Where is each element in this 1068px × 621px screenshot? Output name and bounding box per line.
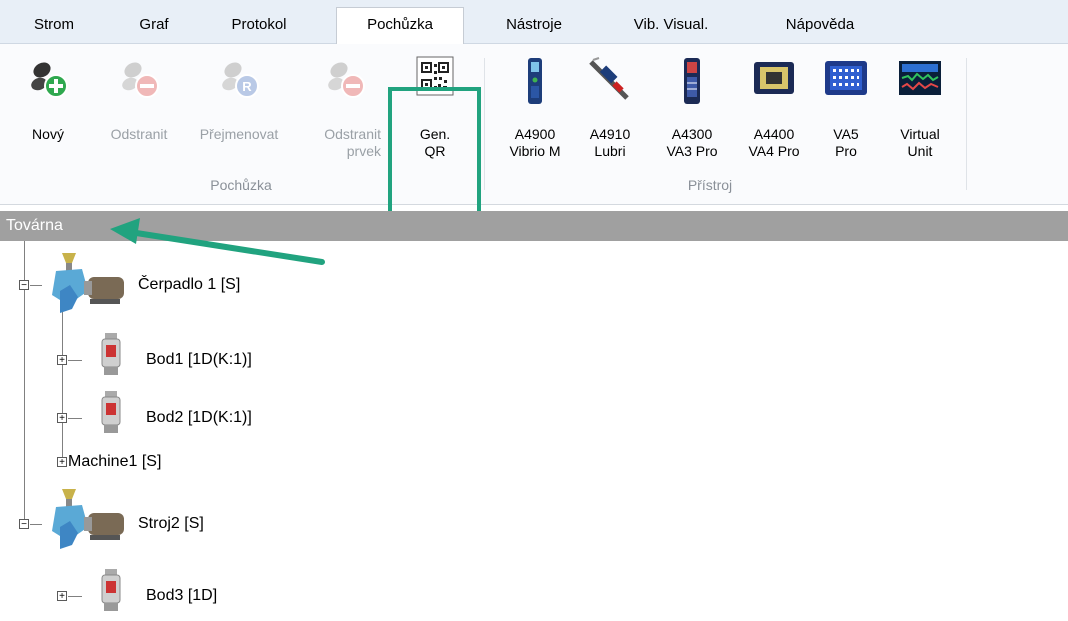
tab-napoveda[interactable]: Nápověda [765,8,875,44]
remove-item-button[interactable]: Odstranit prvek [309,44,381,172]
device-a4910-button[interactable]: A4910 Lubri [580,44,640,172]
tree-node-label[interactable]: Bod1 [1D(K:1)] [146,351,252,369]
expand-toggle[interactable]: + [57,457,67,468]
remove-route-label: Odstranit [110,126,168,142]
tab-strom[interactable]: Strom [18,8,90,44]
tab-protokol[interactable]: Protokol [211,8,307,44]
sensor-icon [98,389,124,437]
device-a4900-button[interactable]: A4900 Vibrio M [494,44,576,172]
ribbon-group-separator [484,58,485,190]
tab-nastroje[interactable]: Nástroje [484,8,584,44]
device-a4900-icon [522,56,548,110]
device-a4900-label: A4900 Vibrio M [509,126,561,159]
device-va5-label: VA5 Pro [833,126,859,159]
remove-route-button[interactable]: Odstranit [96,44,182,172]
device-va5-button[interactable]: VA5 Pro [815,44,877,172]
ribbon-group-separator [966,58,967,190]
tree-node-label[interactable]: Machine1 [S] [68,453,161,471]
new-route-label: Nový [32,126,64,142]
group-label-pochuzka: Pochůzka [210,177,272,193]
device-a4400-icon [752,56,796,104]
new-route-button[interactable]: Nový [22,44,74,172]
tab-graf[interactable]: Graf [118,8,190,44]
tree-connector [62,299,63,462]
sensor-icon [98,567,124,615]
expand-toggle[interactable]: + [57,355,67,366]
rename-route-icon: R [219,56,259,104]
device-a4910-icon [587,56,633,108]
device-a4300-icon [679,56,705,110]
tree-node-label[interactable]: Stroj2 [S] [138,515,204,533]
collapse-toggle[interactable]: − [19,280,29,291]
tree-connector [68,418,82,419]
device-a4300-button[interactable]: A4300 VA3 Pro [654,44,730,172]
ribbon: Nový Odstranit R Přejmenovat Odstranit p… [0,44,1068,221]
machine-icon [42,487,132,551]
new-route-icon [28,56,68,104]
remove-item-label: Odstranit prvek [324,126,381,159]
virtual-unit-label: Virtual Unit [900,126,940,159]
tree-node-label[interactable]: Čerpadlo 1 [S] [138,276,240,294]
machine-icon [42,251,132,315]
qr-highlight-box [388,87,481,221]
tree-connector [30,524,42,525]
remove-route-icon [119,56,159,104]
svg-text:R: R [242,79,252,94]
remove-item-icon [325,56,365,104]
virtual-unit-button[interactable]: Virtual Unit [884,44,956,172]
tab-vib-visual[interactable]: Vib. Visual. [610,8,732,44]
tree-connector [68,360,82,361]
device-a4300-label: A4300 VA3 Pro [666,126,718,159]
tree-connector [30,285,42,286]
group-label-pristroj: Přístroj [687,177,733,193]
rename-route-button[interactable]: R Přejmenovat [187,44,291,172]
device-a4400-label: A4400 VA4 Pro [748,126,800,159]
virtual-unit-icon [897,56,943,104]
expand-toggle[interactable]: + [57,591,67,602]
rename-route-label: Přejmenovat [199,126,279,142]
tree-view: − Čerpadlo 1 [S] + Bod1 [1D(K:1)] + Bod2… [0,241,1068,621]
tab-pochuzka[interactable]: Pochůzka [336,7,464,45]
collapse-toggle[interactable]: − [19,519,29,530]
device-a4910-label: A4910 Lubri [589,126,631,159]
expand-toggle[interactable]: + [57,413,67,424]
device-va5-icon [823,56,869,104]
menu-tab-bar: Strom Graf Protokol Pochůzka Nástroje Vi… [0,0,1068,45]
device-a4400-button[interactable]: A4400 VA4 Pro [736,44,812,172]
sensor-icon [98,331,124,379]
tree-node-label[interactable]: Bod2 [1D(K:1)] [146,409,252,427]
tree-node-label[interactable]: Bod3 [1D] [146,587,217,605]
tree-connector [68,596,82,597]
